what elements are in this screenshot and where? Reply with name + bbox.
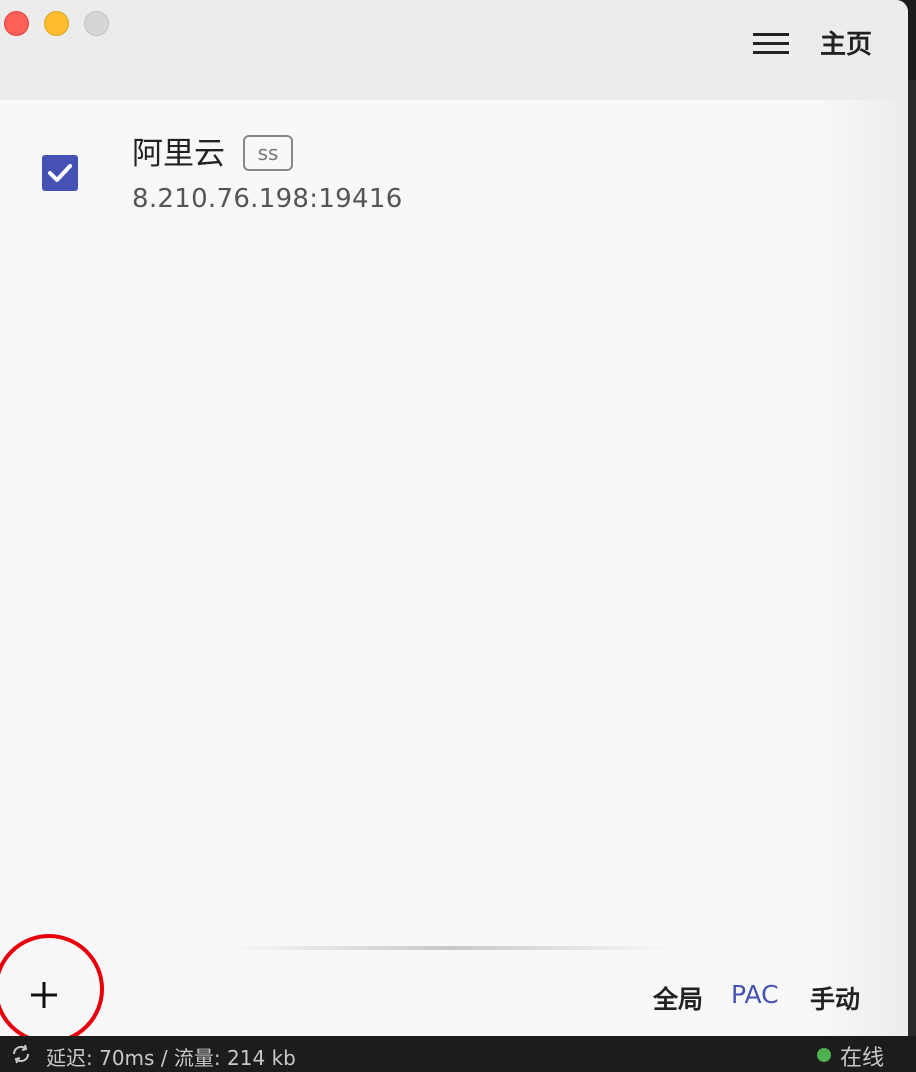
latency-value: 70ms bbox=[99, 1046, 155, 1070]
minimize-window-button[interactable] bbox=[44, 11, 69, 36]
refresh-icon[interactable] bbox=[9, 1042, 33, 1066]
scroll-fade bbox=[818, 100, 908, 1036]
add-server-button[interactable] bbox=[24, 975, 64, 1015]
online-status-dot bbox=[817, 1048, 831, 1062]
page-title: 主页 bbox=[820, 30, 873, 60]
server-name: 阿里云 bbox=[132, 136, 225, 172]
mode-global-button[interactable]: 全局 bbox=[653, 980, 703, 1016]
checkmark-icon bbox=[48, 164, 72, 182]
traffic-value: 214 kb bbox=[227, 1046, 296, 1070]
server-checkbox[interactable] bbox=[42, 155, 78, 191]
close-window-button[interactable] bbox=[4, 11, 29, 36]
mode-manual-button[interactable]: 手动 bbox=[810, 980, 860, 1016]
app-window: 主页 阿里云 ss 8.210.76.198:19416 全局 PAC 手动 bbox=[0, 0, 908, 1036]
server-list-item[interactable]: 阿里云 ss 8.210.76.198:19416 bbox=[0, 110, 820, 230]
plus-icon bbox=[31, 982, 57, 1008]
online-status-label: 在线 bbox=[840, 1046, 885, 1071]
server-address: 8.210.76.198:19416 bbox=[132, 184, 403, 214]
status-bar: 延迟: 70ms / 流量: 214 kb 在线 bbox=[0, 1036, 916, 1071]
hamburger-icon[interactable] bbox=[753, 30, 789, 56]
window-edge bbox=[908, 80, 916, 1036]
title-bar: 主页 bbox=[0, 0, 908, 100]
traffic-label: 流量 bbox=[173, 1046, 214, 1070]
divider bbox=[230, 946, 670, 950]
status-text: 延迟: 70ms / 流量: 214 kb bbox=[46, 1046, 296, 1070]
server-type-badge: ss bbox=[243, 135, 293, 171]
maximize-window-button[interactable] bbox=[84, 11, 109, 36]
latency-label: 延迟 bbox=[46, 1046, 86, 1070]
mode-pac-button[interactable]: PAC bbox=[731, 980, 779, 1009]
